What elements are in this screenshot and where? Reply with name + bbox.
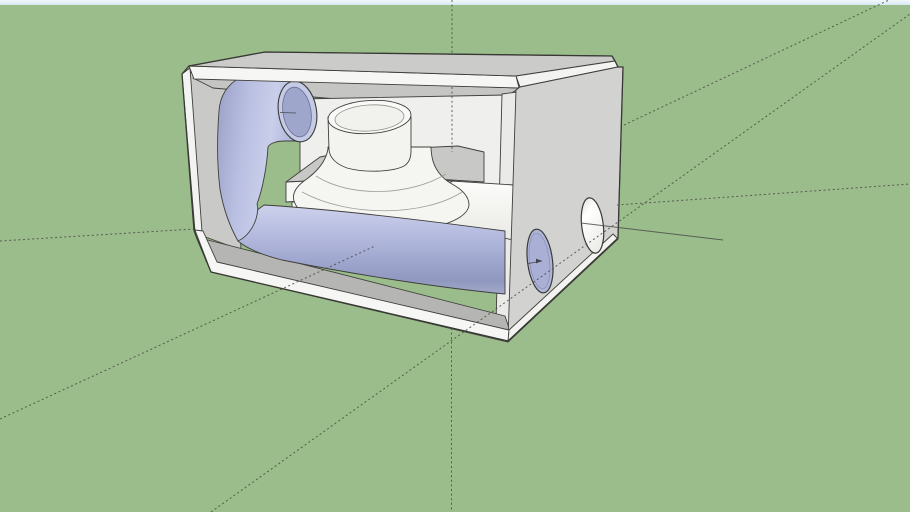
model-viewport (0, 0, 910, 512)
3d-viewport-canvas[interactable] (0, 0, 910, 512)
elbow-seam-line (280, 113, 296, 114)
